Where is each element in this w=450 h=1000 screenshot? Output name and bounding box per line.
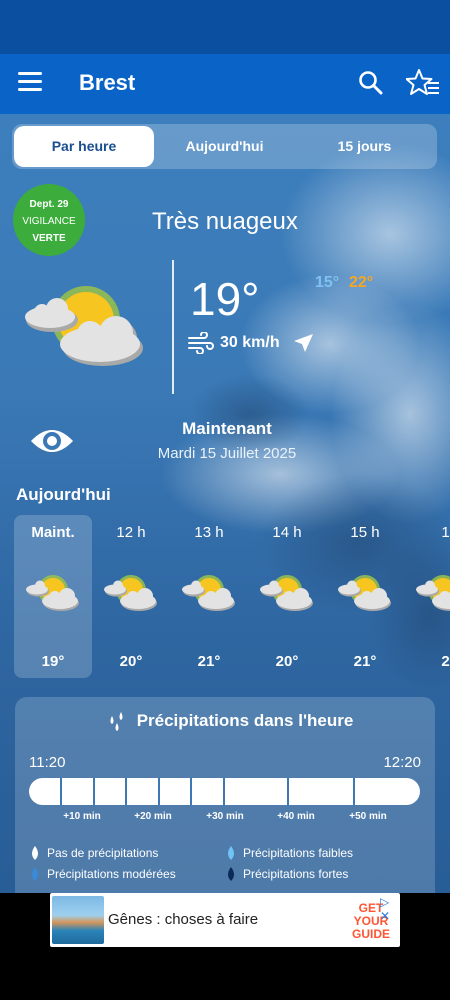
precipitation-bar bbox=[29, 778, 420, 805]
legend-label: Pas de précipitations bbox=[47, 846, 159, 860]
vigilance-badge[interactable]: Dept. 29 VIGILANCE VERTE bbox=[13, 184, 85, 256]
current-date: Mardi 15 Juillet 2025 bbox=[157, 445, 297, 462]
drop-icon bbox=[228, 867, 234, 881]
forecast-tabs: Par heure Aujourd'hui 15 jours bbox=[12, 124, 437, 169]
search-icon[interactable] bbox=[358, 70, 384, 96]
wind-icon bbox=[188, 332, 214, 354]
tab-par-heure[interactable]: Par heure bbox=[14, 126, 154, 167]
tab-aujourdhui[interactable]: Aujourd'hui bbox=[162, 124, 287, 169]
legend-label: Précipitations modérées bbox=[47, 867, 176, 881]
hour-label: 14 h bbox=[272, 524, 302, 541]
drop-icon bbox=[32, 846, 38, 860]
hour-card[interactable]: 16 21 bbox=[404, 515, 450, 678]
hour-label: 16 bbox=[441, 524, 450, 541]
tab-15-jours[interactable]: 15 jours bbox=[302, 124, 427, 169]
precip-start-time: 11:20 bbox=[29, 754, 66, 771]
hour-card[interactable]: 12 h 20° bbox=[92, 515, 170, 678]
precip-tick-label: +50 min bbox=[349, 811, 387, 822]
hour-label: 12 h bbox=[116, 524, 146, 541]
ad-thumbnail[interactable] bbox=[52, 896, 104, 944]
vigilance-label: VIGILANCE bbox=[22, 216, 76, 227]
precip-tick-label: +10 min bbox=[63, 811, 101, 822]
precipitation-panel: Précipitations dans l'heure 11:20 12:20 … bbox=[15, 697, 435, 894]
vigilance-level: VERTE bbox=[32, 233, 66, 244]
precipitation-title: Précipitations dans l'heure bbox=[136, 711, 354, 730]
ad-brand-line: GUIDE bbox=[351, 927, 390, 941]
legend-label: Précipitations faibles bbox=[243, 846, 354, 860]
divider bbox=[172, 260, 174, 394]
precip-tick-label: +40 min bbox=[277, 811, 315, 822]
vigilance-dept: Dept. 29 bbox=[29, 199, 69, 210]
hour-label: Maint. bbox=[31, 524, 75, 541]
hour-temperature: 21° bbox=[197, 653, 221, 670]
eye-icon[interactable] bbox=[29, 424, 75, 458]
app-bar: Brest bbox=[0, 54, 450, 114]
max-temperature: 22° bbox=[349, 274, 374, 291]
hour-card[interactable]: 14 h 20° bbox=[248, 515, 326, 678]
partly-cloudy-icon bbox=[416, 575, 450, 611]
current-temperature: 19° bbox=[190, 273, 260, 325]
partly-cloudy-icon bbox=[26, 575, 79, 611]
ad-banner-area: Gênes : choses à faire GET YOUR GUIDE ▷ … bbox=[0, 893, 450, 1000]
partly-cloudy-icon bbox=[25, 286, 143, 366]
star-list-icon[interactable] bbox=[406, 68, 440, 98]
legend-label: Précipitations fortes bbox=[243, 867, 349, 881]
hour-temperature: 21 bbox=[441, 653, 450, 670]
hour-card[interactable]: 13 h 21° bbox=[170, 515, 248, 678]
weather-condition: Très nuageux bbox=[152, 208, 298, 235]
legend-item: Précipitations modérées bbox=[29, 867, 176, 881]
hour-card[interactable]: 15 h 21° bbox=[326, 515, 404, 678]
wind-direction-arrow-icon bbox=[294, 334, 313, 352]
hamburger-menu-icon[interactable] bbox=[18, 72, 42, 92]
partly-cloudy-icon bbox=[182, 575, 235, 611]
precip-tick-label: +30 min bbox=[206, 811, 244, 822]
hour-temperature: 20° bbox=[275, 653, 299, 670]
hour-temperature: 20° bbox=[119, 653, 143, 670]
hour-temperature: 21° bbox=[353, 653, 377, 670]
ad-banner[interactable]: Gênes : choses à faire GET YOUR GUIDE ▷ … bbox=[50, 893, 400, 947]
hour-label: 15 h bbox=[350, 524, 380, 541]
legend-item: Précipitations fortes bbox=[225, 867, 348, 881]
hourly-forecast-list[interactable]: Maint. 19° 12 h 20° 13 h 21° 14 h 20° 15… bbox=[14, 515, 450, 680]
ad-text[interactable]: Gênes : choses à faire bbox=[108, 911, 258, 928]
partly-cloudy-icon bbox=[260, 575, 313, 611]
hour-card[interactable]: Maint. 19° bbox=[14, 515, 92, 678]
now-label: Maintenant bbox=[182, 419, 272, 438]
partly-cloudy-icon bbox=[338, 575, 391, 611]
hour-label: 13 h bbox=[194, 524, 224, 541]
city-title: Brest bbox=[79, 70, 136, 95]
current-time-block: Maintenant Mardi 15 Juillet 2025 bbox=[150, 419, 304, 462]
precip-end-time: 12:20 bbox=[383, 754, 421, 771]
legend-item: Précipitations faibles bbox=[225, 846, 353, 860]
wind-speed: 30 km/h bbox=[220, 334, 280, 351]
drop-icon bbox=[228, 846, 234, 860]
min-temperature: 15° bbox=[315, 274, 340, 291]
legend-item: Pas de précipitations bbox=[29, 846, 158, 860]
weather-main[interactable]: Par heure Aujourd'hui 15 jours Dept. 29 … bbox=[0, 114, 450, 894]
ad-close-icon[interactable]: ▷ ✕ bbox=[380, 895, 400, 923]
today-section-title: Aujourd'hui bbox=[16, 485, 111, 504]
hour-temperature: 19° bbox=[41, 653, 65, 670]
partly-cloudy-icon bbox=[104, 575, 157, 611]
precip-tick-label: +20 min bbox=[134, 811, 172, 822]
status-bar bbox=[0, 0, 450, 54]
drop-icon bbox=[32, 867, 38, 881]
